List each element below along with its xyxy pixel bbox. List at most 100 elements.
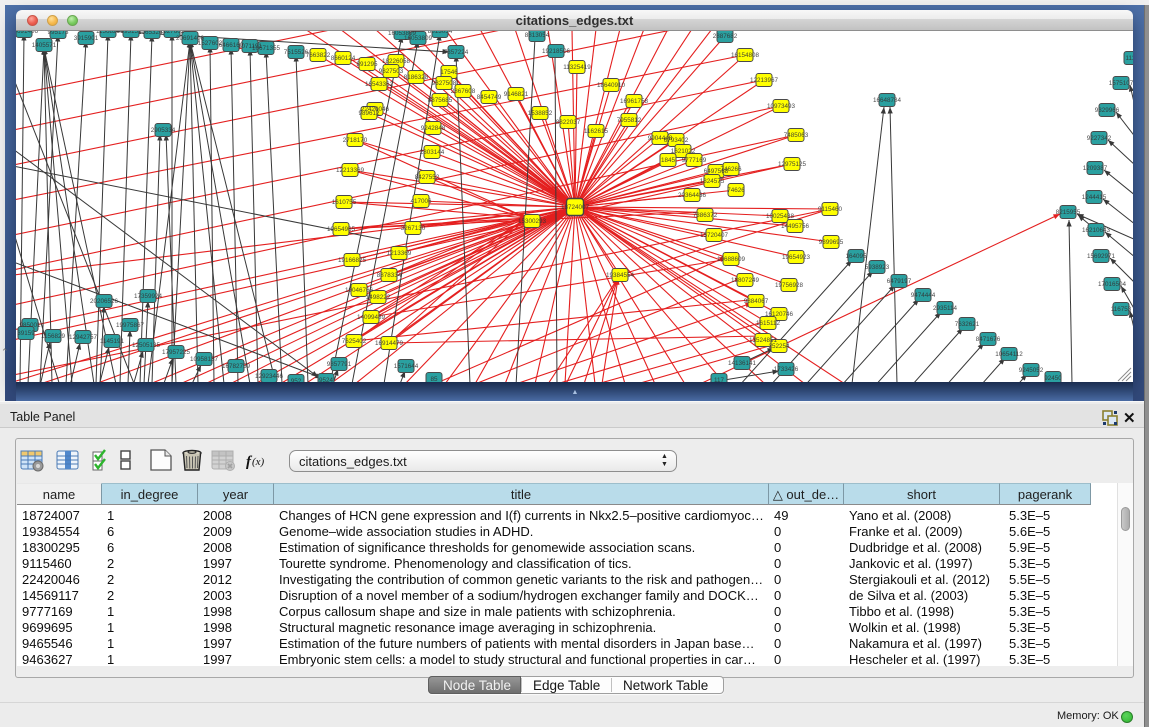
svg-text:8813054: 8813054 [525,32,550,39]
svg-text:12505135: 12505135 [132,342,161,349]
svg-text:117: 117 [714,377,725,382]
svg-text:995173: 995173 [47,31,69,36]
svg-text:14495756: 14495756 [781,223,810,230]
svg-text:9146821: 9146821 [504,91,529,98]
svg-text:16120746: 16120746 [765,311,794,318]
svg-text:164095: 164095 [845,253,867,260]
svg-text:116753: 116753 [1111,306,1132,313]
svg-text:8186328: 8186328 [404,74,429,81]
svg-text:989612: 989612 [358,110,380,117]
svg-text:16210643: 16210643 [1082,227,1111,234]
svg-text:17957225: 17957225 [162,349,191,356]
svg-text:10958137: 10958137 [190,356,219,363]
svg-text:1213369: 1213369 [387,250,412,257]
svg-text:7632621: 7632621 [955,321,980,328]
svg-text:1824575: 1824575 [700,178,725,185]
svg-text:7955812: 7955812 [617,117,642,124]
svg-text:12213369: 12213369 [336,167,365,174]
svg-text:9884067: 9884067 [744,298,769,305]
svg-text:1117: 1117 [1125,55,1133,62]
svg-text:5938923: 5938923 [865,264,890,271]
svg-text:20206526: 20206526 [90,298,119,305]
svg-text:9242848: 9242848 [421,125,446,132]
svg-text:16543362: 16543362 [365,81,394,88]
svg-text:2867608: 2867608 [451,88,476,95]
svg-text:9115460: 9115460 [818,206,843,213]
svg-text:9827503: 9827503 [379,68,404,75]
svg-text:1162615: 1162615 [584,128,609,135]
svg-text:1156829: 1156829 [96,31,121,35]
svg-text:7357224: 7357224 [444,49,469,56]
svg-text:2905334: 2905334 [151,127,176,134]
svg-text:9245052: 9245052 [1019,367,1044,374]
svg-text:(x): (x) [252,456,265,468]
svg-text:10654112: 10654112 [995,351,1023,358]
svg-text:417006: 417006 [410,198,432,205]
svg-text:1733426: 1733426 [774,366,799,373]
svg-text:985001: 985001 [19,322,41,329]
svg-text:1209387: 1209387 [1083,165,1108,172]
svg-text:19756928: 19756928 [775,282,804,289]
svg-text:11325419: 11325419 [563,64,591,71]
svg-text:16648784: 16648784 [873,97,902,104]
svg-text:16961758: 16961758 [620,98,649,105]
svg-text:9227342: 9227342 [1087,135,1112,142]
svg-text:1610755: 1610755 [332,199,357,206]
svg-text:20364436: 20364436 [678,192,707,199]
svg-text:1575107: 1575107 [1109,80,1133,87]
svg-text:19218506: 19218506 [542,48,571,55]
svg-text:12213967: 12213967 [750,77,779,84]
svg-text:14099489: 14099489 [357,314,386,321]
svg-text:18807249: 18807249 [731,277,760,284]
svg-text:9327508: 9327508 [432,80,457,87]
svg-text:1845: 1845 [661,157,676,164]
svg-text:16053809: 16053809 [404,35,433,42]
svg-text:20691406: 20691406 [16,31,38,35]
svg-text:6479197: 6479197 [887,278,912,285]
svg-text:1405571: 1405571 [32,42,57,49]
svg-text:9857791: 9857791 [327,361,352,368]
svg-text:891295: 891295 [356,61,378,68]
svg-text:2718170: 2718170 [343,137,368,144]
svg-text:9474444: 9474444 [911,292,936,299]
svg-text:92450: 92450 [1044,375,1062,382]
svg-text:19166825: 19166825 [338,257,367,264]
svg-text:15692971: 15692971 [1087,253,1116,260]
svg-text:7663822: 7663822 [306,52,331,59]
svg-text:74626: 74626 [727,187,745,194]
svg-text:6793402: 6793402 [664,137,689,144]
svg-text:9777169: 9777169 [682,157,707,164]
svg-text:10025438: 10025438 [766,213,795,220]
svg-text:18640910: 18640910 [597,82,626,89]
svg-text:8875685: 8875685 [428,97,453,104]
svg-text:17546: 17546 [440,69,458,76]
svg-text:9329966: 9329966 [1095,107,1120,114]
svg-text:1571644: 1571644 [394,363,419,370]
svg-text:2887682: 2887682 [713,33,738,40]
svg-text:85: 85 [430,376,438,382]
svg-text:7485063: 7485063 [784,132,809,139]
svg-text:12923446: 12923446 [255,373,284,380]
svg-text:7386372: 7386372 [693,212,718,219]
svg-text:2935114: 2935114 [933,305,958,312]
svg-text:1244415: 1244415 [1082,194,1107,201]
svg-text:17359924: 17359924 [134,293,163,300]
svg-text:15720407: 15720407 [700,232,729,239]
svg-text:3915901: 3915901 [74,35,99,42]
svg-text:16914479: 16914479 [375,340,404,347]
svg-text:7625402: 7625402 [342,338,367,345]
svg-text:1538852: 1538852 [528,110,553,117]
svg-text:2803144: 2803144 [420,149,445,156]
svg-text:3267130: 3267130 [401,225,426,232]
svg-text:746266: 746266 [720,166,742,173]
svg-text:8813054: 8813054 [428,31,453,35]
svg-text:8215955: 8215955 [1056,209,1081,216]
svg-text:8822037: 8822037 [556,119,581,126]
svg-text:10046766: 10046766 [345,287,374,294]
svg-text:19384554: 19384554 [606,272,635,279]
svg-text:8878334: 8878334 [377,272,402,279]
svg-text:10671355: 10671355 [252,45,281,52]
svg-text:1498222: 1498222 [366,294,391,301]
svg-text:14136141: 14136141 [728,360,757,367]
svg-text:952: 952 [291,378,302,382]
